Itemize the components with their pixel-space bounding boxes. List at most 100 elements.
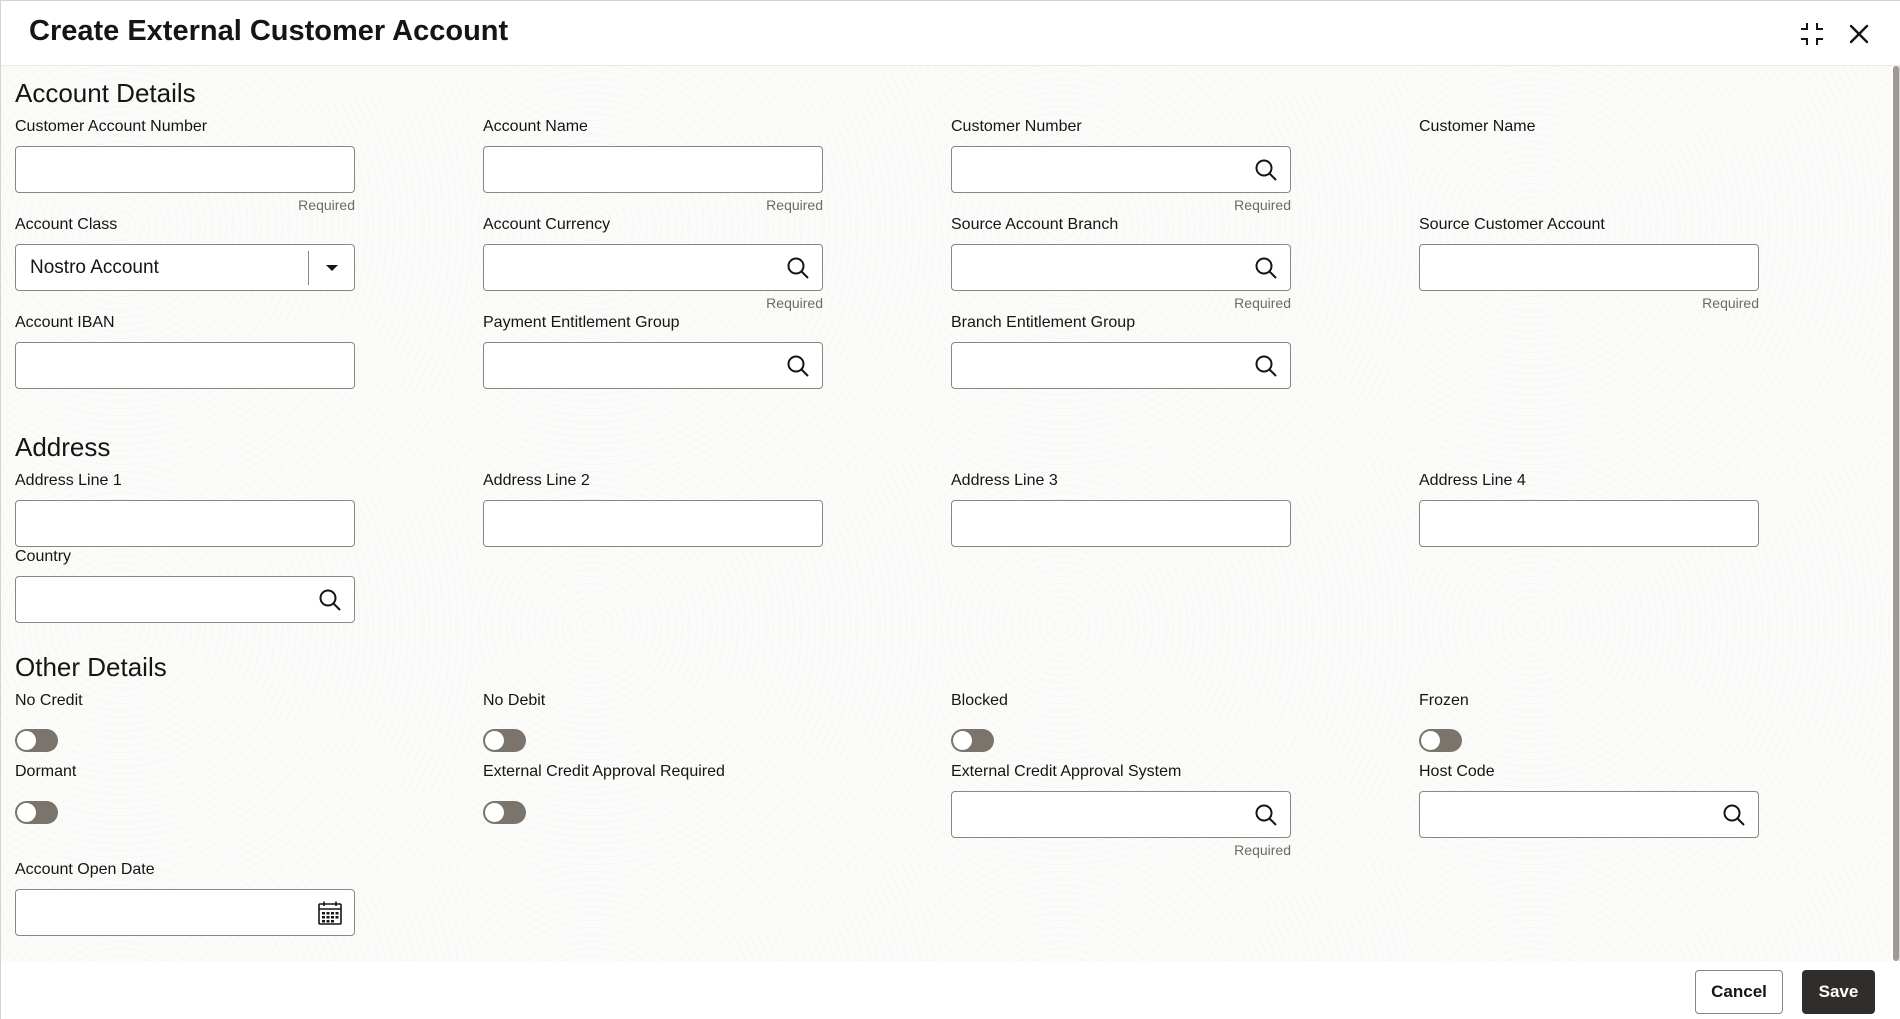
- customer-account-number-field[interactable]: [15, 146, 355, 193]
- account-currency-field[interactable]: [483, 244, 823, 291]
- compress-icon[interactable]: [1797, 19, 1827, 49]
- account-open-date-input[interactable]: [16, 890, 354, 935]
- search-icon[interactable]: [1252, 156, 1280, 184]
- toggle-knob: [485, 731, 504, 750]
- dialog-title: Create External Customer Account: [29, 15, 509, 47]
- label-customer-number: Customer Number: [951, 118, 1082, 135]
- address-line-1-input[interactable]: [16, 501, 354, 546]
- account-iban-field[interactable]: [15, 342, 355, 389]
- caret-down-icon[interactable]: [318, 254, 346, 282]
- section-title-account-details: Account Details: [15, 78, 196, 108]
- customer-account-number-input[interactable]: [16, 147, 354, 192]
- search-icon[interactable]: [784, 254, 812, 282]
- label-account-name: Account Name: [483, 118, 588, 135]
- label-dormant: Dormant: [15, 763, 77, 780]
- dialog-header: Create External Customer Account: [1, 1, 1900, 66]
- dormant-toggle[interactable]: [15, 801, 58, 824]
- label-frozen: Frozen: [1419, 692, 1469, 709]
- branch-entitlement-group-input[interactable]: [952, 343, 1290, 388]
- required-hint: Required: [1702, 295, 1759, 311]
- country-input[interactable]: [16, 577, 354, 622]
- payment-entitlement-group-field[interactable]: [483, 342, 823, 389]
- no-credit-toggle[interactable]: [15, 729, 58, 752]
- label-no-credit: No Credit: [15, 692, 83, 709]
- create-account-dialog: Create External Customer Account Account…: [0, 0, 1900, 1019]
- label-address-line-2: Address Line 2: [483, 472, 590, 489]
- label-branch-entitlement-group: Branch Entitlement Group: [951, 314, 1136, 331]
- address-line-4-input[interactable]: [1420, 501, 1758, 546]
- close-icon[interactable]: [1844, 19, 1874, 49]
- label-customer-account-number: Customer Account Number: [15, 118, 208, 135]
- source-customer-account-field[interactable]: [1419, 244, 1759, 291]
- search-icon[interactable]: [1252, 352, 1280, 380]
- label-address-line-3: Address Line 3: [951, 472, 1058, 489]
- account-currency-input[interactable]: [484, 245, 822, 290]
- ext-credit-approval-system-field[interactable]: [951, 791, 1291, 838]
- host-code-field[interactable]: [1419, 791, 1759, 838]
- address-line-3-input[interactable]: [952, 501, 1290, 546]
- account-class-select[interactable]: Nostro Account: [15, 244, 355, 291]
- toggle-knob: [1421, 731, 1440, 750]
- account-open-date-field[interactable]: [15, 889, 355, 936]
- cancel-button[interactable]: Cancel: [1695, 970, 1783, 1014]
- dialog-body: Account Details Customer Account Number …: [1, 66, 1891, 961]
- toggle-knob: [17, 803, 36, 822]
- calendar-icon[interactable]: [316, 899, 344, 927]
- label-country: Country: [15, 548, 72, 565]
- dialog-footer: Cancel Save: [1, 961, 1900, 1019]
- account-class-value: Nostro Account: [30, 257, 159, 278]
- country-field[interactable]: [15, 576, 355, 623]
- account-name-input[interactable]: [484, 147, 822, 192]
- account-iban-input[interactable]: [16, 343, 354, 388]
- address-line-4-field[interactable]: [1419, 500, 1759, 547]
- payment-entitlement-group-input[interactable]: [484, 343, 822, 388]
- label-source-account-branch: Source Account Branch: [951, 216, 1119, 233]
- required-hint: Required: [1234, 197, 1291, 213]
- label-host-code: Host Code: [1419, 763, 1495, 780]
- host-code-input[interactable]: [1420, 792, 1758, 837]
- address-line-2-input[interactable]: [484, 501, 822, 546]
- label-customer-name: Customer Name: [1419, 118, 1536, 135]
- search-icon[interactable]: [1252, 254, 1280, 282]
- required-hint: Required: [1234, 842, 1291, 858]
- blocked-toggle[interactable]: [951, 729, 994, 752]
- select-divider: [308, 251, 309, 285]
- required-hint: Required: [766, 295, 823, 311]
- address-line-3-field[interactable]: [951, 500, 1291, 547]
- label-account-open-date: Account Open Date: [15, 861, 155, 878]
- no-debit-toggle[interactable]: [483, 729, 526, 752]
- customer-number-input[interactable]: [952, 147, 1290, 192]
- address-line-1-field[interactable]: [15, 500, 355, 547]
- label-blocked: Blocked: [951, 692, 1008, 709]
- search-icon[interactable]: [316, 586, 344, 614]
- account-name-field[interactable]: [483, 146, 823, 193]
- ext-credit-approval-required-toggle[interactable]: [483, 801, 526, 824]
- label-payment-entitlement-group: Payment Entitlement Group: [483, 314, 680, 331]
- save-button[interactable]: Save: [1802, 970, 1875, 1014]
- required-hint: Required: [1234, 295, 1291, 311]
- label-account-currency: Account Currency: [483, 216, 611, 233]
- label-no-debit: No Debit: [483, 692, 546, 709]
- source-account-branch-field[interactable]: [951, 244, 1291, 291]
- search-icon[interactable]: [1720, 801, 1748, 829]
- search-icon[interactable]: [784, 352, 812, 380]
- ext-credit-approval-system-input[interactable]: [952, 792, 1290, 837]
- toggle-knob: [953, 731, 972, 750]
- source-customer-account-input[interactable]: [1420, 245, 1758, 290]
- scrollbar-thumb[interactable]: [1893, 66, 1899, 961]
- address-line-2-field[interactable]: [483, 500, 823, 547]
- label-ext-credit-approval-system: External Credit Approval System: [951, 763, 1182, 780]
- label-account-iban: Account IBAN: [15, 314, 115, 331]
- label-account-class: Account Class: [15, 216, 118, 233]
- toggle-knob: [17, 731, 36, 750]
- frozen-toggle[interactable]: [1419, 729, 1462, 752]
- toggle-knob: [485, 803, 504, 822]
- customer-number-field[interactable]: [951, 146, 1291, 193]
- label-ext-credit-approval-required: External Credit Approval Required: [483, 763, 725, 780]
- source-account-branch-input[interactable]: [952, 245, 1290, 290]
- vertical-scrollbar[interactable]: [1893, 66, 1899, 961]
- search-icon[interactable]: [1252, 801, 1280, 829]
- required-hint: Required: [766, 197, 823, 213]
- branch-entitlement-group-field[interactable]: [951, 342, 1291, 389]
- label-address-line-4: Address Line 4: [1419, 472, 1526, 489]
